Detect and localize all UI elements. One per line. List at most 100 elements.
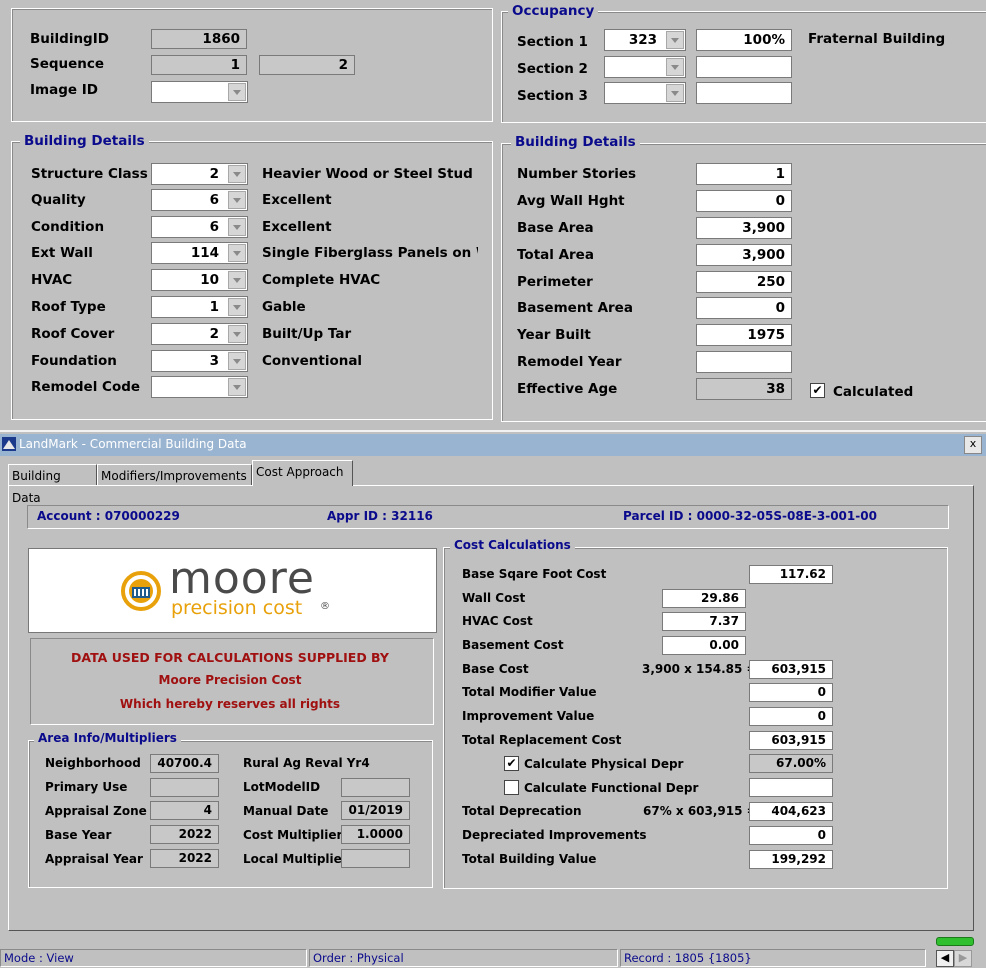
calculated-checkbox[interactable]: ✔ [810, 383, 825, 398]
status-order: Order : Physical [309, 949, 618, 967]
detail-left-label: Condition [31, 219, 105, 235]
occupancy-section-3-code [605, 83, 663, 103]
manual-date-field[interactable]: 01/2019 [341, 801, 410, 820]
functional-depr-label[interactable]: Calculate Functional Depr [524, 781, 698, 795]
prev-record-button[interactable]: ◀ [936, 950, 954, 967]
cost-multiplier-field[interactable]: 1.0000 [341, 825, 410, 844]
functional-depr-field[interactable] [749, 778, 833, 797]
detail-left-combo[interactable]: 10 [151, 269, 248, 291]
chevron-down-icon[interactable] [228, 298, 246, 316]
next-record-button[interactable]: ▶ [954, 950, 972, 967]
detail-right-label: Base Area [517, 220, 594, 236]
chevron-down-icon[interactable] [228, 165, 246, 183]
detail-left-label: Structure Class [31, 166, 148, 182]
chevron-down-icon[interactable] [228, 352, 246, 370]
occupancy-section-1-dropdown-icon[interactable] [666, 31, 684, 49]
close-button[interactable]: x [964, 436, 982, 454]
appraisal-zone-label: Appraisal Zone [45, 804, 147, 818]
image-id-combo[interactable] [151, 81, 248, 103]
detail-right-field[interactable] [696, 351, 792, 373]
tab-building-data[interactable]: Building Data [8, 464, 97, 505]
hvac-cost-field[interactable]: 7.37 [662, 612, 746, 631]
detail-right-field[interactable]: 250 [696, 271, 792, 293]
total-depreciation-label: Total Deprecation [462, 804, 582, 818]
total-depreciation-field[interactable]: 404,623 [749, 802, 833, 821]
appraisal-zone-field[interactable]: 4 [150, 801, 219, 820]
occupancy-section-3-combo[interactable] [604, 82, 686, 104]
detail-right-field[interactable]: 3,900 [696, 244, 792, 266]
occupancy-section-1-combo[interactable]: 323 [604, 29, 686, 51]
occupancy-section-1-pct[interactable]: 100% [696, 29, 792, 51]
functional-depr-checkbox[interactable] [504, 780, 519, 795]
wall-cost-field[interactable]: 29.86 [662, 589, 746, 608]
calculated-label[interactable]: Calculated [833, 384, 913, 400]
detail-left-combo[interactable]: 6 [151, 216, 248, 238]
detail-left-label: Roof Type [31, 299, 106, 315]
base-sqft-cost-field[interactable]: 117.62 [749, 565, 833, 584]
detail-left-value [152, 377, 225, 397]
total-modifier-label: Total Modifier Value [462, 685, 597, 699]
occupancy-title: Occupancy [508, 3, 599, 19]
occupancy-section-3-pct[interactable] [696, 82, 792, 104]
detail-right-field[interactable]: 0 [696, 297, 792, 319]
detail-left-combo[interactable]: 3 [151, 350, 248, 372]
neighborhood-field[interactable]: 40700.4 [150, 754, 219, 773]
physical-depr-label[interactable]: Calculate Physical Depr [524, 757, 683, 771]
occupancy-section-2-pct[interactable] [696, 56, 792, 78]
base-cost-field[interactable]: 603,915 [749, 660, 833, 679]
chevron-down-icon[interactable] [228, 244, 246, 262]
occupancy-section-2-combo[interactable] [604, 56, 686, 78]
detail-left-value: 10 [200, 272, 219, 288]
depreciated-improvements-field[interactable]: 0 [749, 826, 833, 845]
image-id-label: Image ID [30, 82, 98, 98]
physical-depr-field[interactable]: 67.00% [749, 754, 833, 773]
occupancy-section-2-dropdown-icon[interactable] [666, 58, 684, 76]
replacement-cost-field[interactable]: 603,915 [749, 731, 833, 750]
lotmodel-field[interactable] [341, 778, 410, 797]
basement-cost-field[interactable]: 0.00 [662, 636, 746, 655]
detail-left-combo[interactable]: 2 [151, 323, 248, 345]
total-building-value-field[interactable]: 199,292 [749, 850, 833, 869]
chevron-down-icon[interactable] [228, 191, 246, 209]
building-id-field[interactable]: 1860 [151, 29, 247, 49]
image-id-dropdown-icon[interactable] [228, 83, 246, 101]
chevron-down-icon[interactable] [228, 271, 246, 289]
detail-left-desc: Single Fiberglass Panels on Wo [262, 245, 478, 261]
detail-left-value: 2 [209, 326, 219, 342]
manual-date-label: Manual Date [243, 804, 329, 818]
detail-right-label: Avg Wall Hght [517, 193, 625, 209]
detail-left-label: Quality [31, 192, 86, 208]
chevron-down-icon[interactable] [228, 218, 246, 236]
improvement-value-field[interactable]: 0 [749, 707, 833, 726]
detail-left-combo[interactable]: 1 [151, 296, 248, 318]
detail-left-desc: Gable [262, 299, 306, 315]
detail-right-field[interactable]: 1975 [696, 324, 792, 346]
detail-right-field[interactable]: 38 [696, 378, 792, 400]
status-mode: Mode : View [0, 949, 307, 967]
base-year-field[interactable]: 2022 [150, 825, 219, 844]
detail-right-field[interactable]: 1 [696, 163, 792, 185]
sequence-field[interactable]: 1 [151, 55, 247, 75]
local-multiplier-field[interactable] [341, 849, 410, 868]
tab-cost-approach[interactable]: Cost Approach [252, 460, 353, 486]
detail-right-field[interactable]: 3,900 [696, 217, 792, 239]
detail-right-field[interactable]: 0 [696, 190, 792, 212]
detail-left-combo[interactable] [151, 376, 248, 398]
detail-right-label: Total Area [517, 247, 594, 263]
window-divider [0, 430, 986, 432]
chevron-down-icon[interactable] [228, 325, 246, 343]
occupancy-section-3-dropdown-icon[interactable] [666, 84, 684, 102]
chevron-down-icon[interactable] [228, 378, 246, 396]
window-titlebar[interactable]: LandMark - Commercial Building Data x [0, 434, 986, 456]
total-depreciation-formula: 67% x 603,915 = [643, 804, 757, 818]
detail-left-combo[interactable]: 2 [151, 163, 248, 185]
appraisal-year-field[interactable]: 2022 [150, 849, 219, 868]
total-modifier-field[interactable]: 0 [749, 683, 833, 702]
physical-depr-checkbox[interactable]: ✔ [504, 756, 519, 771]
detail-left-desc: Heavier Wood or Steel Stud Fra [262, 166, 478, 182]
primary-use-field[interactable] [150, 778, 219, 797]
improvement-value-label: Improvement Value [462, 709, 595, 723]
detail-left-combo[interactable]: 6 [151, 189, 248, 211]
detail-left-combo[interactable]: 114 [151, 242, 248, 264]
tab-modifiers-improvements[interactable]: Modifiers/Improvements [97, 464, 252, 485]
